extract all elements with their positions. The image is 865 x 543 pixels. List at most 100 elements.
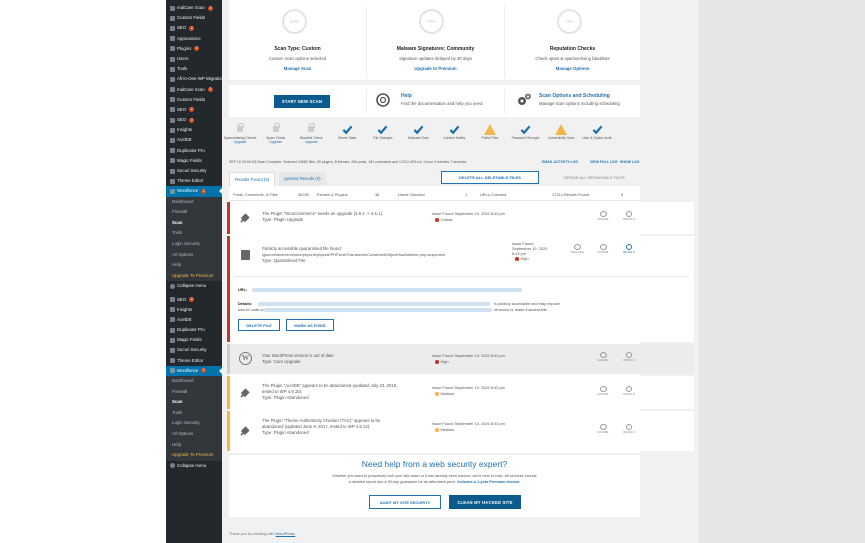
details-button[interactable]: DETAILS xyxy=(622,385,636,397)
collapse-menu-button[interactable]: Collapse menu xyxy=(166,281,222,291)
help-link[interactable]: Help xyxy=(401,93,412,99)
tab-results-found[interactable]: Results Found (5) xyxy=(229,172,276,186)
details-button[interactable]: DETAILS xyxy=(622,424,636,435)
sidebar-item-tools[interactable]: Tools xyxy=(166,64,222,74)
sidebar-item-duplicator-pro[interactable]: Duplicator Pro xyxy=(166,146,222,156)
manage-scan-link[interactable]: Manage Scan xyxy=(229,66,366,71)
severity-label: High xyxy=(440,359,449,364)
action-label: DETAILS xyxy=(623,430,635,434)
sidebar-item-sucuri-security[interactable]: Sucuri Security xyxy=(166,345,222,355)
wordpress-link[interactable]: WordPress. xyxy=(276,532,296,536)
clean-hacked-site-button[interactable]: CLEAN MY HACKED SITE xyxy=(449,495,521,509)
submenu-item-help[interactable]: Help xyxy=(166,440,222,451)
repair-all-button[interactable]: REPAIR ALL REPAIRABLE FILES xyxy=(564,175,625,180)
audit-site-button[interactable]: AUDIT MY SITE SECURITY xyxy=(369,495,441,509)
submenu-item-tools[interactable]: Tools xyxy=(166,408,222,419)
lock-icon xyxy=(272,123,280,132)
sidebar-item-duplicator-pro[interactable]: Duplicator Pro xyxy=(166,325,222,335)
security-help-promo: Need help from a web security expert? Wh… xyxy=(229,455,640,517)
mark-as-fixed-button[interactable]: MARK AS FIXED xyxy=(286,319,334,331)
duplicator-icon xyxy=(170,327,175,333)
submenu-item-upgrade-to-premium[interactable]: Upgrade To Premium xyxy=(166,450,222,461)
submenu-item-upgrade-to-premium[interactable]: Upgrade To Premium xyxy=(166,271,222,282)
premium-license-link[interactable]: Includes a 1-year Premium license. xyxy=(457,480,520,484)
submenu-item-scan[interactable]: Scan xyxy=(166,218,222,229)
ignore-button[interactable]: IGNORE xyxy=(596,352,610,363)
sidebar-item-label: AcelDE xyxy=(177,137,192,143)
delete-file-button[interactable]: DELETE FILE xyxy=(238,319,280,331)
stat-value: 17214 xyxy=(552,192,563,197)
sidebar-item-malcare-scan[interactable]: malCare Scan 1 xyxy=(166,3,222,13)
submenu-item-tools[interactable]: Tools xyxy=(166,228,222,239)
ignore-button[interactable]: IGNORE xyxy=(596,385,610,397)
sidebar-item-seo[interactable]: SEO 2 xyxy=(166,295,222,305)
sidebar-item-label: Wordfence xyxy=(177,367,199,373)
sidebar-item-seo[interactable]: SEO 2 xyxy=(166,23,222,33)
plugin-icon xyxy=(240,426,250,436)
scan-actions-card: START NEW SCAN Help Find the documentati… xyxy=(229,85,640,117)
details-button[interactable]: DETAILS xyxy=(622,211,636,222)
sidebar-item-users[interactable]: Users xyxy=(166,54,222,64)
sucuri-icon xyxy=(170,168,175,174)
submenu-item-login-security[interactable]: Login Security xyxy=(166,418,222,429)
show-log-link[interactable]: SHOW LOG xyxy=(620,160,639,165)
sidebar-item-seo[interactable]: SEO 2 xyxy=(166,115,222,125)
sidebar-item-plugins[interactable]: Plugins 3 xyxy=(166,44,222,54)
sidebar-item-acelde[interactable]: AcelDE xyxy=(166,315,222,325)
upgrade-premium-link[interactable]: Upgrade to Premium xyxy=(367,66,504,71)
submenu-item-help[interactable]: Help xyxy=(166,260,222,271)
ignore-button[interactable]: IGNORE xyxy=(596,244,610,255)
details-button[interactable]: DETAILS xyxy=(622,352,636,363)
sidebar-item-malcare-scan[interactable]: malCare Scan 1 xyxy=(166,85,222,95)
sidebar-item-seo[interactable]: SEO 2 xyxy=(166,105,222,115)
manage-options-link[interactable]: Manage Options xyxy=(505,66,640,71)
update-count-badge: 1 xyxy=(207,87,213,93)
sidebar-item-theme-editor[interactable]: Theme Editor xyxy=(166,356,222,366)
submenu-item-all-options[interactable]: All Options xyxy=(166,429,222,440)
ignore-button[interactable]: IGNORE xyxy=(596,211,610,222)
details-button[interactable]: DETAILS xyxy=(622,244,636,255)
stage-upgrade-link[interactable]: Upgrade xyxy=(220,140,260,144)
scan-status-line: SEP 10 20:45:42] Scan Complete. Scanned … xyxy=(229,160,468,164)
sidebar-item-theme-editor[interactable]: Theme Editor xyxy=(166,176,222,186)
seo-icon xyxy=(170,107,175,113)
sidebar-item-magic-fields[interactable]: Magic Fields xyxy=(166,335,222,345)
insights-icon xyxy=(170,307,175,313)
view-full-log-link[interactable]: VIEW FULL LOG xyxy=(590,160,617,165)
stage-upgrade-link[interactable]: Upgrade xyxy=(256,140,296,144)
submenu-item-dashboard[interactable]: Dashboard xyxy=(166,376,222,387)
delete-all-button[interactable]: DELETE ALL DELETABLE FILES xyxy=(441,171,539,184)
email-activity-log-link[interactable]: EMAIL ACTIVITY LOG xyxy=(542,160,578,165)
sidebar-item-all-in-one-wp-migration[interactable]: All-in-One WP Migration xyxy=(166,74,222,84)
stage-upgrade-link[interactable]: Upgrade xyxy=(291,140,331,144)
tab-ignored-results[interactable]: Ignored Results (0) xyxy=(279,172,326,186)
sidebar-item-sucuri-security[interactable]: Sucuri Security xyxy=(166,166,222,176)
insights-icon xyxy=(170,127,175,133)
ignore-button[interactable]: IGNORE xyxy=(596,424,610,435)
submenu-item-dashboard[interactable]: Dashboard xyxy=(166,197,222,208)
collapse-menu-button[interactable]: Collapse menu xyxy=(166,461,222,471)
scan-summary-card: 60% 70% 0% Scan Type: Custom Custom scan… xyxy=(229,0,640,80)
sidebar-item-insights[interactable]: Insights xyxy=(166,305,222,315)
sidebar-item-custom-fields[interactable]: Custom Fields xyxy=(166,95,222,105)
sidebar-item-label: Wordfence xyxy=(177,188,199,194)
sidebar-item-magic-fields[interactable]: Magic Fields xyxy=(166,156,222,166)
sidebar-item-label: Users xyxy=(177,55,189,61)
start-new-scan-button[interactable]: START NEW SCAN xyxy=(274,95,330,108)
submenu-item-login-security[interactable]: Login Security xyxy=(166,239,222,250)
submenu-item-firewall[interactable]: Firewall xyxy=(166,207,222,218)
sidebar-item-appearance[interactable]: Appearance xyxy=(166,34,222,44)
submenu-item-all-options[interactable]: All Options xyxy=(166,250,222,261)
submenu-item-firewall[interactable]: Firewall xyxy=(166,387,222,398)
sidebar-item-label: AcelDE xyxy=(177,316,192,322)
sidebar-item-custom-fields[interactable]: Custom Fields xyxy=(166,13,222,23)
severity-dot xyxy=(435,218,439,222)
sidebar-item-acelde[interactable]: AcelDE xyxy=(166,135,222,145)
sidebar-item-insights[interactable]: Insights xyxy=(166,125,222,135)
sidebar-item-wordfence[interactable]: Wordfence 2 xyxy=(166,186,222,197)
severity-label: Medium xyxy=(440,427,455,432)
scan-options-link[interactable]: Scan Options and Scheduling xyxy=(539,93,610,99)
view-file-button[interactable]: VIEW FILE xyxy=(570,244,584,255)
sidebar-item-wordfence[interactable]: Wordfence 2 xyxy=(166,365,222,376)
submenu-item-scan[interactable]: Scan xyxy=(166,397,222,408)
